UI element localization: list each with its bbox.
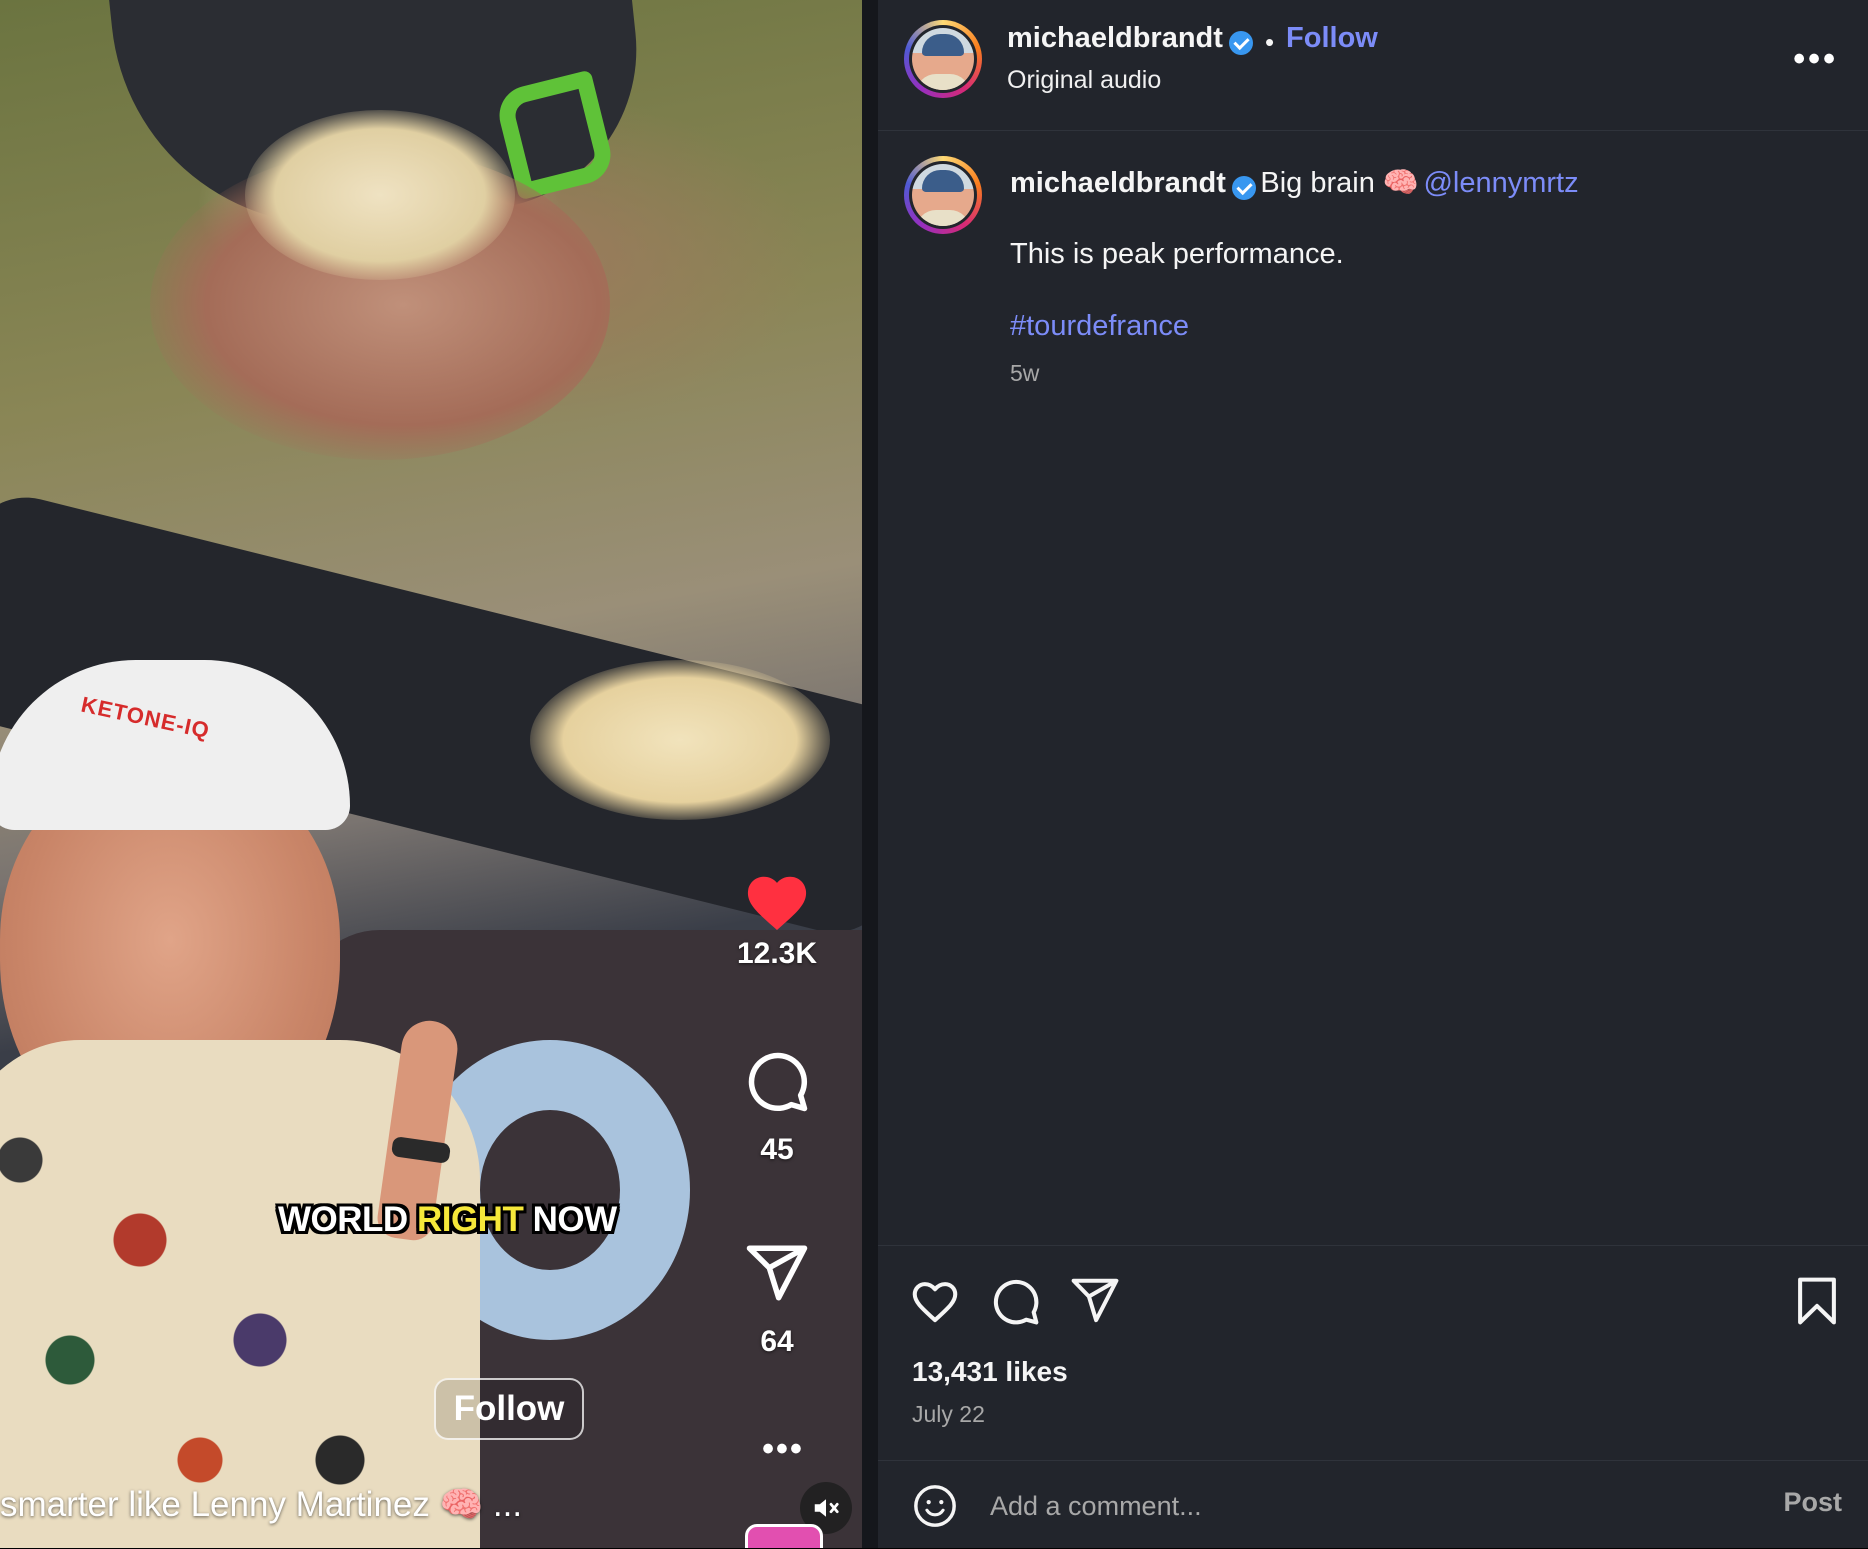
more-icon[interactable]: •••	[728, 1430, 838, 1469]
video-food-second	[530, 660, 830, 820]
reel-video[interactable]: KETONE-IQ WORLD RIGHT NOW 12.3K 45 64 ••…	[0, 0, 862, 1548]
pane-divider	[862, 0, 878, 1548]
post-date: July 22	[912, 1401, 985, 1427]
comment-input[interactable]	[988, 1485, 1692, 1527]
heart-icon[interactable]	[741, 868, 813, 932]
video-caption[interactable]: smarter like Lenny Martinez 🧠 ...	[0, 1484, 522, 1525]
header-title-row: michaeldbrandt • Follow	[1007, 22, 1378, 58]
video-share-action[interactable]: 64	[722, 1240, 832, 1359]
share-icon[interactable]	[744, 1240, 810, 1306]
caption-verified-icon	[1231, 175, 1256, 200]
post-actions: 13,431 likes July 22	[878, 1245, 1868, 1461]
comment-bar: Post	[878, 1460, 1868, 1549]
video-likes-count: 12.3K	[736, 937, 818, 970]
more-options-icon[interactable]: •••	[1793, 40, 1838, 79]
post-comment-button[interactable]: Post	[1783, 1487, 1842, 1518]
hashtag-link[interactable]: #tourdefrance	[1010, 310, 1189, 343]
caption-prefix: Big brain 🧠	[1260, 167, 1420, 199]
caption-username[interactable]: michaeldbrandt	[1010, 167, 1226, 199]
video-comment-action[interactable]: 45	[722, 1048, 832, 1167]
caption-body: This is peak performance.	[1010, 238, 1344, 270]
mute-icon	[814, 1499, 839, 1517]
likes-count[interactable]: 13,431 likes	[912, 1356, 1068, 1388]
video-comments-count: 45	[760, 1133, 794, 1166]
original-audio-link[interactable]: Original audio	[1007, 66, 1161, 95]
tnt-badge	[745, 1524, 823, 1548]
caption-first-line: michaeldbrandt Big brain 🧠 @lennymrtz	[1010, 166, 1579, 200]
video-food	[245, 110, 515, 280]
avatar[interactable]	[904, 20, 982, 98]
caption-mention-link[interactable]: @lennymrtz	[1423, 167, 1578, 199]
video-follow-button[interactable]: Follow	[434, 1378, 584, 1440]
video-overlay-caption: WORLD RIGHT NOW	[278, 1200, 617, 1239]
post-panel: michaeldbrandt • Follow Original audio •••…	[878, 0, 1868, 1548]
caption-avatar-image	[912, 164, 974, 226]
verified-icon	[1228, 30, 1253, 55]
like-icon[interactable]	[908, 1274, 962, 1328]
share-icon[interactable]	[1068, 1274, 1122, 1328]
avatar-image	[912, 28, 974, 90]
header-username[interactable]: michaeldbrandt	[1007, 22, 1223, 54]
header-separator: •	[1264, 27, 1275, 58]
comment-icon[interactable]	[988, 1274, 1042, 1328]
header-follow-button[interactable]: Follow	[1286, 22, 1378, 54]
caption-avatar[interactable]	[904, 156, 982, 234]
save-icon[interactable]	[1790, 1274, 1844, 1328]
video-shares-count: 64	[760, 1325, 794, 1358]
post-header: michaeldbrandt • Follow Original audio •••	[878, 0, 1868, 131]
caption-time-ago: 5w	[1010, 360, 1040, 386]
comment-icon[interactable]	[744, 1048, 810, 1114]
video-like-action[interactable]: 12.3K	[722, 868, 832, 971]
emoji-icon[interactable]	[912, 1483, 958, 1529]
